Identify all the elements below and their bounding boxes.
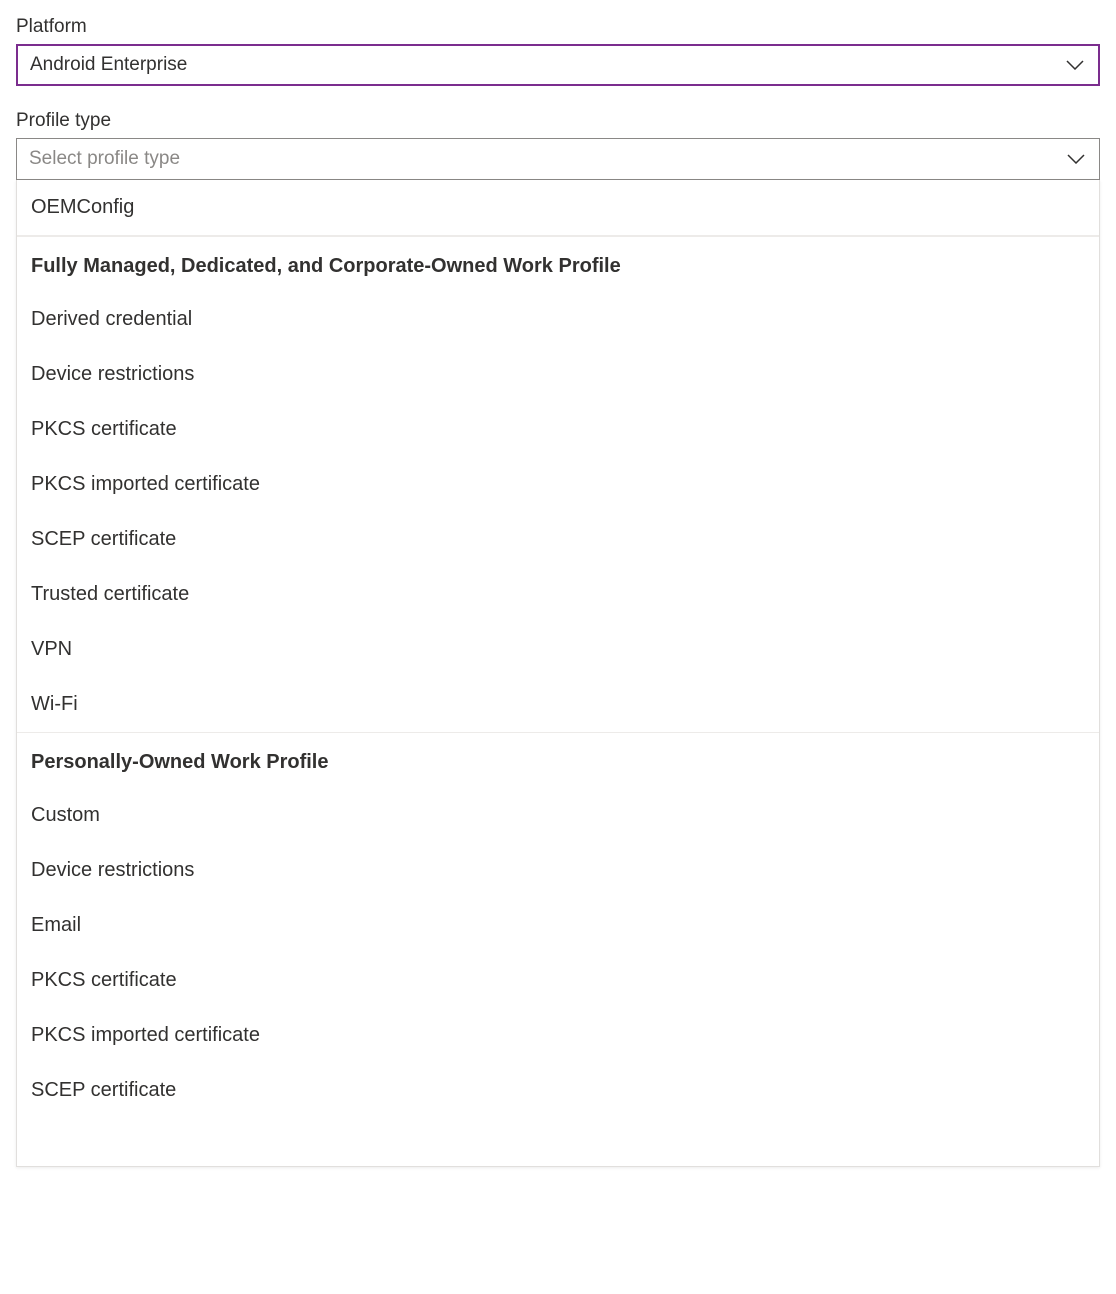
dropdown-option[interactable]: Trusted certificate (17, 567, 1099, 622)
profile-type-label: Profile type (16, 110, 1100, 132)
dropdown-option[interactable]: Device restrictions (17, 843, 1099, 898)
dropdown-option[interactable]: Custom (17, 788, 1099, 843)
dropdown-option[interactable]: PKCS imported certificate (17, 1008, 1099, 1063)
profile-type-dropdown: OEMConfigFully Managed, Dedicated, and C… (16, 180, 1100, 1167)
dropdown-option[interactable]: PKCS certificate (17, 402, 1099, 457)
dropdown-scroll-area[interactable]: OEMConfigFully Managed, Dedicated, and C… (17, 180, 1099, 1166)
profile-type-select[interactable]: Select profile type (16, 138, 1100, 180)
profile-type-placeholder: Select profile type (29, 148, 180, 170)
dropdown-option[interactable]: SCEP certificate (17, 1063, 1099, 1118)
dropdown-option[interactable]: OEMConfig (17, 180, 1099, 236)
dropdown-option[interactable]: Wi-Fi (17, 677, 1099, 732)
dropdown-option[interactable]: SCEP certificate (17, 512, 1099, 567)
dropdown-option[interactable]: Derived credential (17, 292, 1099, 347)
dropdown-option[interactable]: PKCS certificate (17, 953, 1099, 1008)
profile-type-field: Profile type Select profile type OEMConf… (16, 110, 1100, 1167)
platform-value: Android Enterprise (30, 54, 187, 76)
platform-field: Platform Android Enterprise (16, 16, 1100, 86)
dropdown-group-header: Personally-Owned Work Profile (17, 732, 1099, 788)
dropdown-option[interactable]: Device restrictions (17, 347, 1099, 402)
dropdown-option[interactable]: VPN (17, 622, 1099, 677)
chevron-down-icon (1066, 60, 1084, 70)
platform-label: Platform (16, 16, 1100, 38)
platform-select[interactable]: Android Enterprise (16, 44, 1100, 86)
dropdown-option[interactable]: Email (17, 898, 1099, 953)
chevron-down-icon (1067, 154, 1085, 164)
dropdown-option[interactable]: PKCS imported certificate (17, 457, 1099, 512)
dropdown-group-header: Fully Managed, Dedicated, and Corporate-… (17, 236, 1099, 292)
